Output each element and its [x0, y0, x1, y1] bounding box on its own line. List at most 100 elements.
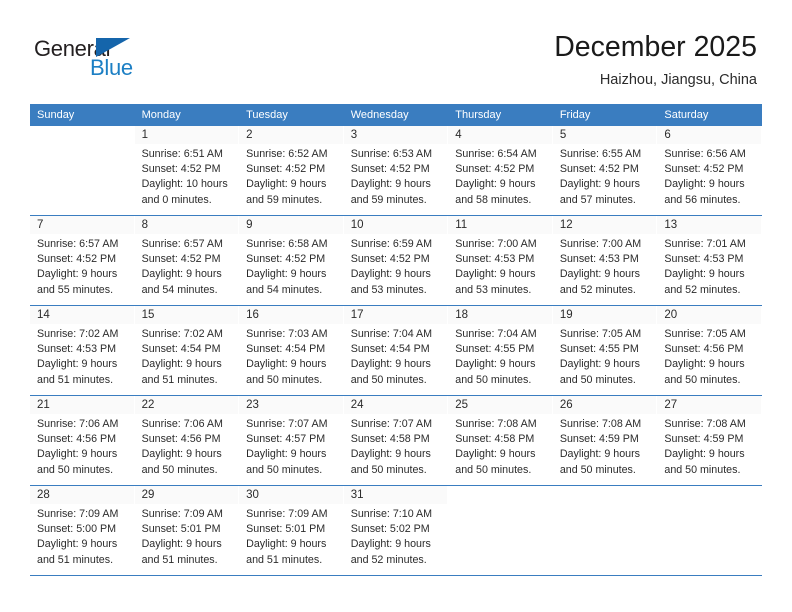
location-subtitle: Haizhou, Jiangsu, China — [599, 72, 757, 88]
day-number: 28 — [30, 486, 134, 504]
day-sunrise-text: Sunrise: 6:53 AM — [350, 148, 433, 160]
calendar-day-cell[interactable]: 5 Sunrise: 6:55 AM Sunset: 4:52 PM Daylight… — [552, 126, 658, 216]
day-daylight-text: and 51 minutes. — [246, 553, 323, 566]
day-sunset-text: Sunset: 4:52 PM — [350, 163, 430, 176]
day-daylight-text: Daylight: 9 hours — [455, 448, 536, 461]
calendar-day-cell[interactable]: 17 Sunrise: 7:04 AM Sunset: 4:54 PM Dayligh… — [343, 305, 449, 396]
calendar-cell-inner: 5 Sunrise: 6:55 AM Sunset: 4:52 PM Daylight… — [552, 126, 658, 215]
day-details: Sunrise: 7:09 AM Sunset: 5:00 PM Daylight:… — [30, 504, 134, 568]
calendar-cell-inner: 27 Sunrise: 7:08 AM Sunset: 4:59 PM Dayligh… — [657, 396, 762, 485]
day-sunrise-text: Sunrise: 7:04 AM — [455, 328, 537, 340]
day-details — [657, 504, 762, 507]
day-details: Sunrise: 6:57 AM Sunset: 4:52 PM Daylight:… — [30, 234, 134, 298]
day-daylight-text: Daylight: 9 hours — [246, 178, 327, 191]
day-sunset-text: Sunset: 5:01 PM — [246, 523, 326, 536]
day-number: 13 — [657, 216, 761, 234]
calendar-cell-empty — [30, 126, 135, 216]
calendar-day-cell[interactable]: 13 Sunrise: 7:01 AM Sunset: 4:53 PM Dayligh… — [657, 215, 762, 306]
calendar-day-cell[interactable]: 7 Sunrise: 6:57 AM Sunset: 4:52 PM Daylight… — [30, 215, 135, 306]
calendar-day-cell[interactable]: 25 Sunrise: 7:08 AM Sunset: 4:58 PM Dayligh… — [448, 395, 553, 486]
day-sunrise-text: Sunrise: 6:55 AM — [559, 148, 642, 160]
calendar-day-cell[interactable]: 2 Sunrise: 6:52 AM Sunset: 4:52 PM Daylight… — [239, 126, 344, 216]
day-daylight-text: Daylight: 9 hours — [664, 268, 745, 281]
calendar-day-cell[interactable]: 1 Sunrise: 6:51 AM Sunset: 4:52 PM Daylight… — [134, 126, 240, 216]
day-daylight-text: and 50 minutes. — [455, 463, 532, 476]
day-number — [657, 486, 762, 504]
day-number: 9 — [239, 216, 343, 234]
day-number: 1 — [134, 126, 239, 144]
calendar-day-cell[interactable]: 31 Sunrise: 7:10 AM Sunset: 5:02 PM Dayligh… — [343, 485, 449, 576]
calendar-day-cell[interactable]: 10 Sunrise: 6:59 AM Sunset: 4:52 PM Dayligh… — [343, 215, 449, 306]
calendar-day-cell[interactable]: 19 Sunrise: 7:05 AM Sunset: 4:55 PM Dayligh… — [552, 305, 658, 396]
day-details: Sunrise: 7:09 AM Sunset: 5:01 PM Daylight:… — [135, 504, 239, 568]
calendar-day-cell[interactable]: 26 Sunrise: 7:08 AM Sunset: 4:59 PM Dayligh… — [552, 395, 658, 486]
day-details: Sunrise: 7:07 AM Sunset: 4:57 PM Daylight:… — [239, 414, 343, 478]
calendar-day-cell[interactable]: 16 Sunrise: 7:03 AM Sunset: 4:54 PM Dayligh… — [239, 305, 344, 396]
day-sunset-text: Sunset: 4:52 PM — [141, 163, 221, 176]
calendar-day-cell[interactable]: 3 Sunrise: 6:53 AM Sunset: 4:52 PM Daylight… — [343, 126, 449, 216]
day-sunset-text: Sunset: 4:56 PM — [141, 433, 221, 446]
day-sunset-text: Sunset: 4:55 PM — [455, 343, 535, 356]
calendar-day-cell[interactable]: 29 Sunrise: 7:09 AM Sunset: 5:01 PM Dayligh… — [134, 485, 240, 576]
weekday-header-friday: Friday — [552, 104, 658, 126]
day-number: 15 — [134, 306, 239, 324]
calendar-cell-inner: 1 Sunrise: 6:51 AM Sunset: 4:52 PM Daylight… — [134, 126, 240, 215]
calendar-day-cell[interactable]: 12 Sunrise: 7:00 AM Sunset: 4:53 PM Dayligh… — [552, 215, 658, 306]
calendar-day-cell[interactable]: 24 Sunrise: 7:07 AM Sunset: 4:58 PM Dayligh… — [343, 395, 449, 486]
day-sunset-text: Sunset: 4:56 PM — [37, 433, 117, 446]
day-daylight-text: and 50 minutes. — [350, 373, 427, 386]
day-daylight-text: Daylight: 9 hours — [141, 448, 222, 461]
day-number: 20 — [657, 306, 761, 324]
day-number: 25 — [448, 396, 552, 414]
day-daylight-text: and 54 minutes. — [141, 283, 218, 296]
calendar-cell-inner: 13 Sunrise: 7:01 AM Sunset: 4:53 PM Dayligh… — [657, 216, 762, 305]
calendar-day-cell[interactable]: 28 Sunrise: 7:09 AM Sunset: 5:00 PM Dayligh… — [30, 485, 135, 576]
calendar-day-cell[interactable]: 9 Sunrise: 6:58 AM Sunset: 4:52 PM Daylight… — [239, 215, 344, 306]
calendar-day-cell[interactable]: 14 Sunrise: 7:02 AM Sunset: 4:53 PM Dayligh… — [30, 305, 135, 396]
calendar-cell-inner: 20 Sunrise: 7:05 AM Sunset: 4:56 PM Dayligh… — [657, 306, 762, 395]
day-number: 30 — [239, 486, 343, 504]
day-daylight-text: and 50 minutes. — [455, 373, 532, 386]
day-sunrise-text: Sunrise: 7:02 AM — [37, 328, 119, 340]
day-daylight-text: and 50 minutes. — [559, 373, 636, 386]
calendar-day-cell[interactable]: 23 Sunrise: 7:07 AM Sunset: 4:57 PM Dayligh… — [239, 395, 344, 486]
day-daylight-text: Daylight: 9 hours — [559, 178, 641, 191]
day-number: 31 — [343, 486, 448, 504]
calendar-day-cell[interactable]: 15 Sunrise: 7:02 AM Sunset: 4:54 PM Dayligh… — [134, 305, 240, 396]
day-sunrise-text: Sunrise: 7:08 AM — [455, 418, 537, 430]
day-sunrise-text: Sunrise: 7:01 AM — [664, 238, 746, 250]
calendar-day-cell[interactable]: 4 Sunrise: 6:54 AM Sunset: 4:52 PM Daylight… — [448, 126, 553, 216]
day-daylight-text: and 50 minutes. — [37, 463, 114, 476]
day-daylight-text: and 51 minutes. — [37, 373, 114, 386]
day-number: 21 — [30, 396, 134, 414]
day-details: Sunrise: 6:53 AM Sunset: 4:52 PM Daylight:… — [344, 144, 448, 208]
day-sunrise-text: Sunrise: 7:03 AM — [246, 328, 328, 340]
calendar-day-cell[interactable]: 27 Sunrise: 7:08 AM Sunset: 4:59 PM Dayligh… — [657, 395, 762, 486]
calendar-cell-inner: 19 Sunrise: 7:05 AM Sunset: 4:55 PM Dayligh… — [552, 306, 658, 395]
day-sunset-text: Sunset: 4:58 PM — [455, 433, 535, 446]
calendar-day-cell[interactable]: 8 Sunrise: 6:57 AM Sunset: 4:52 PM Daylight… — [134, 215, 240, 306]
calendar-day-cell[interactable]: 22 Sunrise: 7:06 AM Sunset: 4:56 PM Dayligh… — [134, 395, 240, 486]
day-sunset-text: Sunset: 4:53 PM — [37, 343, 117, 356]
calendar-week-row: 28 Sunrise: 7:09 AM Sunset: 5:00 PM Dayligh… — [30, 485, 762, 576]
day-daylight-text: and 50 minutes. — [664, 463, 741, 476]
day-daylight-text: Daylight: 9 hours — [559, 448, 641, 461]
calendar-day-cell[interactable]: 6 Sunrise: 6:56 AM Sunset: 4:52 PM Daylight… — [657, 126, 762, 216]
day-number: 8 — [134, 216, 239, 234]
calendar-day-cell[interactable]: 18 Sunrise: 7:04 AM Sunset: 4:55 PM Dayligh… — [448, 305, 553, 396]
weekday-header-saturday: Saturday — [657, 104, 762, 126]
day-details: Sunrise: 6:52 AM Sunset: 4:52 PM Daylight:… — [239, 144, 343, 208]
calendar-day-cell[interactable]: 20 Sunrise: 7:05 AM Sunset: 4:56 PM Dayligh… — [657, 305, 762, 396]
day-daylight-text: Daylight: 9 hours — [246, 448, 327, 461]
day-number: 3 — [343, 126, 448, 144]
calendar-day-cell[interactable]: 11 Sunrise: 7:00 AM Sunset: 4:53 PM Dayligh… — [448, 215, 553, 306]
day-daylight-text: Daylight: 9 hours — [141, 538, 222, 551]
day-details: Sunrise: 7:00 AM Sunset: 4:53 PM Daylight:… — [448, 234, 552, 298]
calendar-day-cell[interactable]: 21 Sunrise: 7:06 AM Sunset: 4:56 PM Dayligh… — [30, 395, 135, 486]
calendar-cell-inner — [657, 486, 762, 575]
calendar-day-cell[interactable]: 30 Sunrise: 7:09 AM Sunset: 5:01 PM Dayligh… — [239, 485, 344, 576]
weekday-header-thursday: Thursday — [448, 104, 553, 126]
calendar-cell-inner — [553, 486, 658, 575]
day-sunrise-text: Sunrise: 6:52 AM — [246, 148, 328, 160]
general-blue-logo[interactable]: General Blue — [34, 36, 164, 84]
